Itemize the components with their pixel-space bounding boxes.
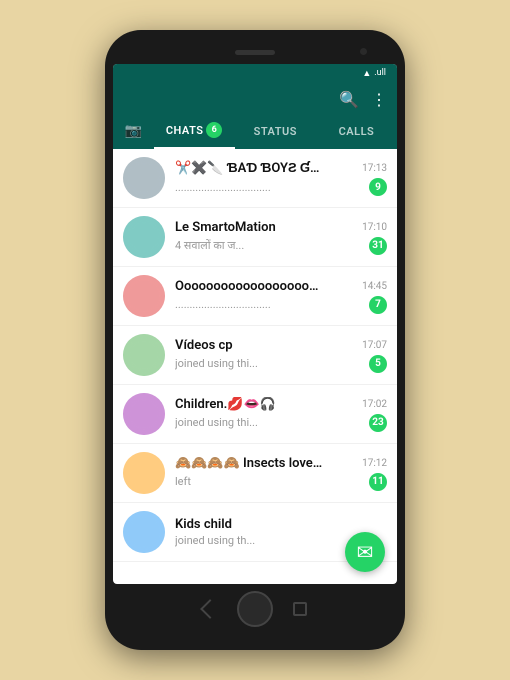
avatar (123, 452, 165, 494)
unread-badge: 5 (369, 355, 387, 373)
chat-name: Vídeos cp (175, 338, 233, 353)
chat-preview: ................................. (175, 181, 271, 194)
avatar (123, 511, 165, 553)
chat-content: Ooooooooooooooooooooooo... 14:45 .......… (175, 279, 387, 314)
chat-list: ✂️✖️🔪 ƁAƊ ƁOYƧ ƓANƓ... 17:13 ...........… (113, 149, 397, 571)
chat-bottom: ................................. 7 (175, 296, 387, 314)
unread-badge: 9 (369, 178, 387, 196)
chat-item[interactable]: 🙈🙈🙈🙈 Insects lover🙈🙈... 17:12 left 11 (113, 444, 397, 503)
chat-preview: left (175, 475, 191, 488)
tab-camera[interactable]: 📷 (113, 123, 154, 139)
tab-chats-label: CHATS (166, 124, 204, 137)
chat-content: 🙈🙈🙈🙈 Insects lover🙈🙈... 17:12 left 11 (175, 456, 387, 491)
home-button[interactable] (237, 591, 273, 627)
phone-screen: ▲ .ull 🔍 ⋮ 📷 CHATS 6 (113, 64, 397, 584)
chat-bottom: joined using thi... 23 (175, 414, 387, 432)
chat-name: Le SmartoMation (175, 220, 276, 235)
status-icons: ▲ .ull (362, 68, 389, 79)
menu-icon[interactable]: ⋮ (371, 90, 387, 109)
chat-time: 17:10 (362, 222, 387, 233)
avatar (123, 393, 165, 435)
status-bar: ▲ .ull (113, 64, 397, 82)
chat-content: Le SmartoMation 17:10 4 सवालों का ज... 3… (175, 220, 387, 255)
avatar (123, 275, 165, 317)
phone-bottom-nav (113, 584, 397, 634)
chat-time: 17:02 (362, 399, 387, 410)
tab-calls[interactable]: CALLS (316, 113, 397, 149)
compose-icon: ✉ (357, 540, 374, 564)
new-chat-fab[interactable]: ✉ (345, 532, 385, 572)
tab-status-label: STATUS (254, 125, 297, 138)
chat-item[interactable]: Ooooooooooooooooooooooo... 14:45 .......… (113, 267, 397, 326)
avatar (123, 216, 165, 258)
unread-badge: 7 (369, 296, 387, 314)
header-actions: 🔍 ⋮ (339, 90, 387, 109)
speaker (235, 50, 275, 55)
chat-time: 17:12 (362, 458, 387, 469)
back-button[interactable] (200, 599, 220, 619)
unread-badge: 23 (369, 414, 387, 432)
chat-time: 17:07 (362, 340, 387, 351)
chat-time: 14:45 (362, 281, 387, 292)
signal-icon: ▲ (362, 68, 371, 79)
chat-item[interactable]: Children.💋👄🎧 17:02 joined using thi... 2… (113, 385, 397, 444)
chat-preview: ................................. (175, 298, 271, 311)
phone-top (113, 40, 397, 64)
chat-bottom: 4 सवालों का ज... 31 (175, 237, 387, 255)
chat-top: Le SmartoMation 17:10 (175, 220, 387, 235)
chat-bottom: joined using thi... 5 (175, 355, 387, 373)
chat-top: Vídeos cp 17:07 (175, 338, 387, 353)
chat-name: Kids child (175, 517, 232, 532)
chat-top: Ooooooooooooooooooooooo... 14:45 (175, 279, 387, 294)
recent-button[interactable] (293, 602, 307, 616)
chat-top: Kids child (175, 517, 387, 532)
chat-top: 🙈🙈🙈🙈 Insects lover🙈🙈... 17:12 (175, 456, 387, 471)
chat-bottom: ................................. 9 (175, 178, 387, 196)
unread-badge: 11 (369, 473, 387, 491)
wifi-icon: .ull (374, 68, 386, 78)
chat-time: 17:13 (362, 163, 387, 174)
chats-badge: 6 (206, 122, 222, 138)
chat-content: Children.💋👄🎧 17:02 joined using thi... 2… (175, 397, 387, 432)
chat-preview: joined using thi... (175, 357, 258, 370)
chat-name: 🙈🙈🙈🙈 Insects lover🙈🙈... (175, 456, 325, 471)
chat-preview: joined using th... (175, 534, 255, 547)
chat-name: Children.💋👄🎧 (175, 397, 276, 412)
chat-top: Children.💋👄🎧 17:02 (175, 397, 387, 412)
avatar (123, 157, 165, 199)
chat-item[interactable]: Vídeos cp 17:07 joined using thi... 5 (113, 326, 397, 385)
phone-frame: ▲ .ull 🔍 ⋮ 📷 CHATS 6 (105, 30, 405, 650)
search-icon[interactable]: 🔍 (339, 90, 359, 109)
unread-badge: 31 (369, 237, 387, 255)
chat-top: ✂️✖️🔪 ƁAƊ ƁOYƧ ƓANƓ... 17:13 (175, 160, 387, 176)
app-header: 🔍 ⋮ (113, 82, 397, 113)
chat-name: Ooooooooooooooooooooooo... (175, 279, 325, 294)
tab-status[interactable]: STATUS (235, 113, 316, 149)
camera-icon: 📷 (125, 123, 142, 139)
chat-item[interactable]: Le SmartoMation 17:10 4 सवालों का ज... 3… (113, 208, 397, 267)
chat-bottom: left 11 (175, 473, 387, 491)
tabs-bar: 📷 CHATS 6 STATUS CALLS (113, 113, 397, 149)
tab-chats[interactable]: CHATS 6 (154, 113, 235, 149)
avatar (123, 334, 165, 376)
chat-preview: joined using thi... (175, 416, 258, 429)
chat-content: Vídeos cp 17:07 joined using thi... 5 (175, 338, 387, 373)
chat-item[interactable]: ✂️✖️🔪 ƁAƊ ƁOYƧ ƓANƓ... 17:13 ...........… (113, 149, 397, 208)
screen-wrapper: ▲ .ull 🔍 ⋮ 📷 CHATS 6 (113, 64, 397, 584)
tab-calls-label: CALLS (339, 125, 375, 138)
front-camera (360, 48, 367, 55)
chat-content: ✂️✖️🔪 ƁAƊ ƁOYƧ ƓANƓ... 17:13 ...........… (175, 160, 387, 196)
chat-preview: 4 सवालों का ज... (175, 238, 244, 253)
chat-name: ✂️✖️🔪 ƁAƊ ƁOYƧ ƓANƓ... (175, 160, 325, 176)
